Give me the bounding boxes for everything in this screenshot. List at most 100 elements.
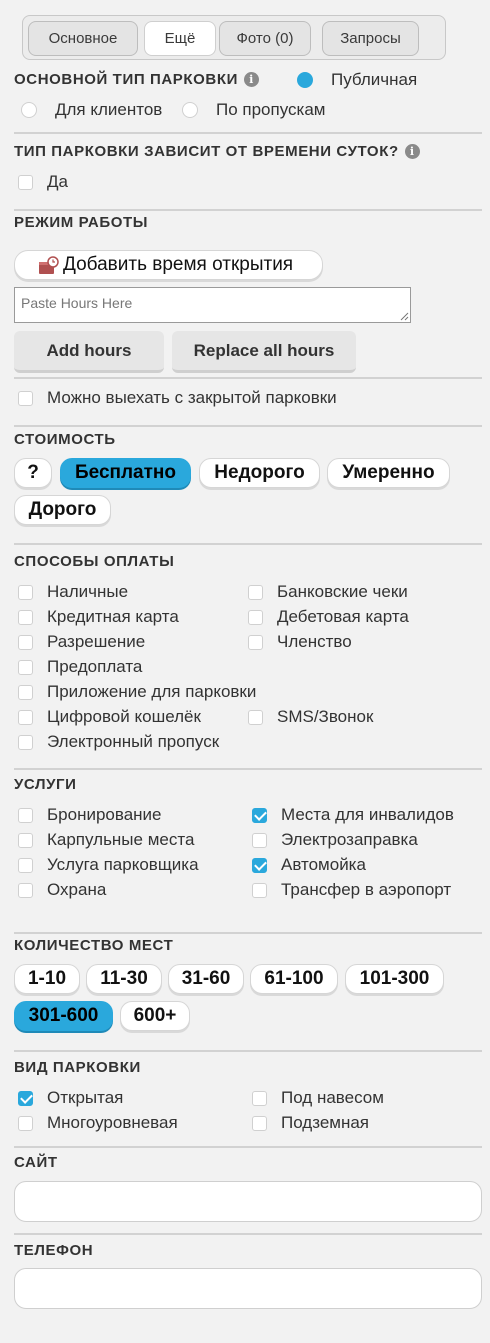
cost-cheap[interactable]: Недорого bbox=[199, 458, 320, 488]
checkbox[interactable] bbox=[248, 609, 263, 625]
spots-301-600[interactable]: 301-600 bbox=[14, 1001, 113, 1031]
payment-sms[interactable]: SMS/Звонок bbox=[248, 707, 373, 727]
tab-photos[interactable]: Фото (0) bbox=[219, 21, 311, 56]
site-title: САЙТ bbox=[14, 1154, 58, 1171]
kind-underground[interactable]: Подземная bbox=[252, 1113, 369, 1133]
checkbox[interactable] bbox=[248, 709, 263, 725]
payment-debit-card[interactable]: Дебетовая карта bbox=[248, 607, 409, 627]
kind-covered[interactable]: Под навесом bbox=[252, 1088, 384, 1108]
kind-title: ВИД ПАРКОВКИ bbox=[14, 1059, 141, 1076]
checkbox[interactable] bbox=[248, 634, 263, 650]
phone-input[interactable] bbox=[14, 1268, 482, 1309]
checkbox[interactable] bbox=[18, 174, 33, 190]
checkbox[interactable] bbox=[248, 584, 263, 600]
tab-main[interactable]: Основное bbox=[28, 21, 138, 56]
payment-epass[interactable]: Электронный пропуск bbox=[18, 732, 219, 752]
divider bbox=[14, 209, 482, 211]
checkbox[interactable] bbox=[18, 634, 33, 650]
radio-public[interactable]: Публичная bbox=[297, 70, 417, 90]
divider bbox=[14, 1146, 482, 1148]
spots-title: КОЛИЧЕСТВО МЕСТ bbox=[14, 937, 174, 954]
tab-requests[interactable]: Запросы bbox=[322, 21, 419, 56]
checkbox-checked[interactable] bbox=[18, 1090, 33, 1106]
cost-free[interactable]: Бесплатно bbox=[60, 458, 191, 488]
divider bbox=[14, 1050, 482, 1052]
checkbox[interactable] bbox=[252, 1115, 267, 1131]
kind-multilevel[interactable]: Многоуровневая bbox=[18, 1113, 178, 1133]
service-disabled-spots[interactable]: Места для инвалидов bbox=[252, 805, 454, 825]
checkbox[interactable] bbox=[252, 1090, 267, 1106]
cost-moderate[interactable]: Умеренно bbox=[327, 458, 450, 488]
spots-1-10[interactable]: 1-10 bbox=[14, 964, 80, 994]
add-opening-time-button[interactable]: Добавить время открытия bbox=[14, 250, 323, 280]
service-car-wash[interactable]: Автомойка bbox=[252, 855, 366, 875]
checkbox-checked[interactable] bbox=[252, 857, 267, 873]
cost-expensive[interactable]: Дорого bbox=[14, 495, 111, 525]
checkbox-exit-closed[interactable]: Можно выехать с закрытой парковки bbox=[18, 388, 337, 408]
tab-more[interactable]: Ещё bbox=[144, 21, 216, 56]
payment-permit[interactable]: Разрешение bbox=[18, 632, 145, 652]
spots-600-plus[interactable]: 600+ bbox=[120, 1001, 190, 1031]
parking-type-title: ОСНОВНОЙ ТИП ПАРКОВКИ i bbox=[14, 71, 259, 88]
phone-title: ТЕЛЕФОН bbox=[14, 1242, 94, 1259]
payment-credit-card[interactable]: Кредитная карта bbox=[18, 607, 179, 627]
add-hours-button[interactable]: Add hours bbox=[14, 331, 164, 373]
services-title: УСЛУГИ bbox=[14, 776, 77, 793]
checkbox[interactable] bbox=[18, 609, 33, 625]
checkbox[interactable] bbox=[252, 832, 267, 848]
site-input[interactable] bbox=[14, 1181, 482, 1222]
checkbox[interactable] bbox=[18, 807, 33, 823]
service-security[interactable]: Охрана bbox=[18, 880, 106, 900]
divider bbox=[14, 768, 482, 770]
checkbox-checked[interactable] bbox=[252, 807, 267, 823]
payment-title: СПОСОБЫ ОПЛАТЫ bbox=[14, 553, 175, 570]
spots-31-60[interactable]: 31-60 bbox=[168, 964, 244, 994]
checkbox[interactable] bbox=[18, 659, 33, 675]
spots-11-30[interactable]: 11-30 bbox=[86, 964, 162, 994]
checkbox[interactable] bbox=[18, 882, 33, 898]
divider bbox=[14, 377, 482, 379]
payment-app[interactable]: Приложение для парковки bbox=[18, 682, 256, 702]
checkbox[interactable] bbox=[18, 709, 33, 725]
service-valet[interactable]: Услуга парковщика bbox=[18, 855, 199, 875]
checkbox-time-dependent[interactable]: Да bbox=[18, 172, 68, 192]
resize-grip-icon[interactable] bbox=[399, 311, 409, 321]
radio-indicator[interactable] bbox=[21, 102, 37, 118]
service-airport-shuttle[interactable]: Трансфер в аэропорт bbox=[252, 880, 451, 900]
calendar-clock-icon bbox=[38, 256, 60, 276]
divider bbox=[14, 425, 482, 427]
divider bbox=[14, 1233, 482, 1235]
service-reservation[interactable]: Бронирование bbox=[18, 805, 162, 825]
radio-permit[interactable]: По пропускам bbox=[182, 100, 325, 120]
divider bbox=[14, 543, 482, 545]
radio-indicator[interactable] bbox=[297, 72, 313, 88]
checkbox[interactable] bbox=[18, 734, 33, 750]
checkbox[interactable] bbox=[252, 882, 267, 898]
checkbox[interactable] bbox=[18, 1115, 33, 1131]
paste-hours-textarea[interactable]: Paste Hours Here bbox=[14, 287, 411, 323]
hours-title: РЕЖИМ РАБОТЫ bbox=[14, 214, 149, 231]
payment-cash[interactable]: Наличные bbox=[18, 582, 128, 602]
radio-customers[interactable]: Для клиентов bbox=[21, 100, 162, 120]
checkbox[interactable] bbox=[18, 857, 33, 873]
payment-prepaid[interactable]: Предоплата bbox=[18, 657, 142, 677]
checkbox[interactable] bbox=[18, 390, 33, 406]
radio-indicator[interactable] bbox=[182, 102, 198, 118]
replace-all-hours-button[interactable]: Replace all hours bbox=[172, 331, 356, 373]
payment-membership[interactable]: Членство bbox=[248, 632, 352, 652]
kind-open[interactable]: Открытая bbox=[18, 1088, 123, 1108]
payment-checks[interactable]: Банковские чеки bbox=[248, 582, 408, 602]
divider bbox=[14, 932, 482, 934]
checkbox[interactable] bbox=[18, 832, 33, 848]
info-icon[interactable]: i bbox=[404, 144, 420, 159]
checkbox[interactable] bbox=[18, 684, 33, 700]
cost-unknown[interactable]: ? bbox=[14, 458, 52, 488]
service-ev-charging[interactable]: Электрозаправка bbox=[252, 830, 418, 850]
time-dependent-title: ТИП ПАРКОВКИ ЗАВИСИТ ОТ ВРЕМЕНИ СУТОК? i bbox=[14, 143, 420, 160]
spots-61-100[interactable]: 61-100 bbox=[250, 964, 338, 994]
info-icon[interactable]: i bbox=[243, 72, 259, 87]
checkbox[interactable] bbox=[18, 584, 33, 600]
service-carpool[interactable]: Карпульные места bbox=[18, 830, 194, 850]
payment-wallet[interactable]: Цифровой кошелёк bbox=[18, 707, 201, 727]
spots-101-300[interactable]: 101-300 bbox=[345, 964, 444, 994]
